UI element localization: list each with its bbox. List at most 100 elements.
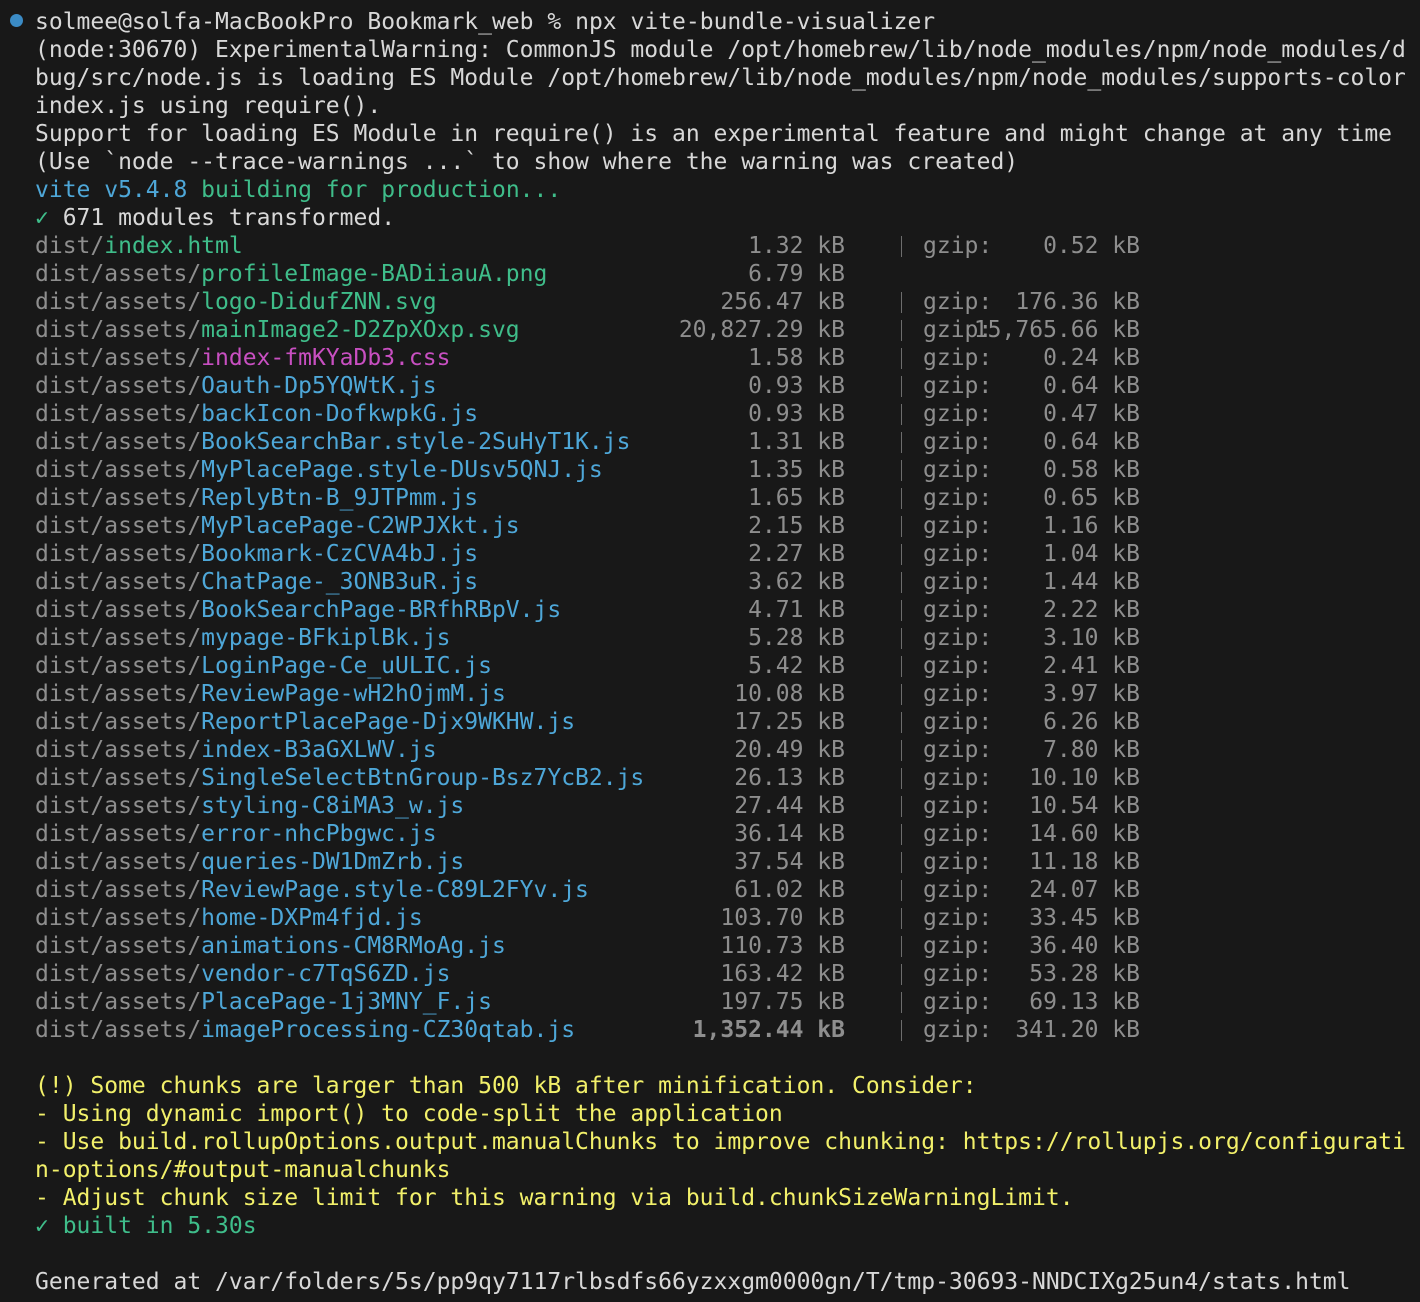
file-path-prefix: dist/assets/ [35, 933, 202, 959]
gzip-size: 7.80 kB [1043, 737, 1140, 763]
gzip-size: 6.26 kB [1043, 709, 1140, 735]
file-name: Oauth-Dp5YQWtK.js [201, 373, 437, 399]
gzip-label: gzip: [923, 653, 993, 679]
file-name: LoginPage-Ce_uULIC.js [201, 653, 492, 679]
bundle-file-row: dist/assets/imageProcessing-CZ30qtab.js 1… [35, 1016, 1420, 1044]
file-path-prefix: dist/assets/ [35, 709, 202, 735]
file-size: 0.93 kB [748, 373, 845, 399]
file-name: home-DXPm4fjd.js [201, 905, 423, 931]
bundle-file-row: dist/assets/ReviewPage-wH2hOjmM.js 10.08 … [35, 680, 1420, 708]
gzip-size: 2.22 kB [1043, 597, 1140, 623]
file-path-prefix: dist/assets/ [35, 429, 202, 455]
file-size: 163.42 kB [720, 961, 845, 987]
file-size: 26.13 kB [734, 765, 845, 791]
bundle-file-row: dist/assets/vendor-c7TqS6ZD.js 163.42 kB g… [35, 960, 1420, 988]
bundle-file-row: dist/assets/styling-C8iMA3_w.js 27.44 kB g… [35, 792, 1420, 820]
file-size: 1.31 kB [748, 429, 845, 455]
file-name: PlacePage-1j3MNY_F.js [201, 989, 492, 1015]
transformed-line: ✓ 671 modules transformed. [35, 204, 395, 232]
file-size: 1.58 kB [748, 345, 845, 371]
file-name: error-nhcPbgwc.js [201, 821, 437, 847]
file-name: imageProcessing-CZ30qtab.js [201, 1017, 576, 1043]
file-name: index.html [104, 233, 243, 259]
column-separator [901, 516, 902, 537]
transformed-text: 671 modules transformed. [48, 205, 396, 231]
file-name: queries-DW1DmZrb.js [201, 849, 465, 875]
file-name: ReviewPage.style-C89L2FYv.js [201, 877, 589, 903]
top-edge [0, 0, 1420, 4]
gzip-label: gzip: [923, 541, 993, 567]
gzip-label: gzip: [923, 373, 993, 399]
file-path-prefix: dist/assets/ [35, 317, 202, 343]
file-path-prefix: dist/assets/ [35, 1017, 202, 1043]
bundle-file-row: dist/assets/error-nhcPbgwc.js 36.14 kB gzi… [35, 820, 1420, 848]
file-name: BookSearchBar.style-2SuHyT1K.js [201, 429, 631, 455]
prompt-symbol: % [547, 9, 562, 35]
bundle-file-row: dist/assets/ReviewPage.style-C89L2FYv.js… [35, 876, 1420, 904]
column-separator [901, 236, 902, 257]
file-path-prefix: dist/assets/ [35, 373, 202, 399]
file-name: profileImage-BADiiauA.png [201, 261, 548, 287]
file-size: 103.70 kB [720, 905, 845, 931]
built-message: ✓ built in 5.30s [35, 1213, 257, 1239]
gzip-size: 3.97 kB [1043, 681, 1140, 707]
file-name: index-fmKYaDb3.css [201, 345, 451, 371]
gzip-label: gzip: [923, 513, 993, 539]
column-separator [901, 572, 902, 593]
column-separator [901, 908, 902, 929]
file-size: 6.79 kB [748, 261, 845, 287]
file-name: index-B3aGXLWV.js [201, 737, 437, 763]
file-path-prefix: dist/assets/ [35, 597, 202, 623]
column-separator [901, 964, 902, 985]
file-path-prefix: dist/ [35, 233, 105, 259]
gzip-label: gzip: [923, 233, 993, 259]
column-separator [901, 712, 902, 733]
terminal-window[interactable]: solmee@solfa-MacBookPro Bookmark_web % n… [0, 0, 1420, 1302]
file-name: BookSearchPage-BRfhRBpV.js [201, 597, 562, 623]
bundle-file-row: dist/assets/Bookmark-CzCVA4bJ.js 2.27 kB g… [35, 540, 1420, 568]
file-size: 1.65 kB [748, 485, 845, 511]
gzip-label: gzip: [923, 401, 993, 427]
file-size: 197.75 kB [720, 989, 845, 1015]
file-size: 36.14 kB [734, 821, 845, 847]
gzip-label: gzip: [923, 905, 993, 931]
file-name: ReportPlacePage-Djx9WKHW.js [201, 709, 576, 735]
column-separator [901, 852, 902, 873]
file-name: logo-DidufZNN.svg [201, 289, 437, 315]
column-separator [901, 348, 902, 369]
file-size: 37.54 kB [734, 849, 845, 875]
gzip-size: 14.60 kB [1029, 821, 1140, 847]
gzip-label: gzip: [923, 429, 993, 455]
gzip-size: 69.13 kB [1029, 989, 1140, 1015]
bundle-file-row: dist/assets/ChatPage-_3ONB3uR.js 3.62 kB g… [35, 568, 1420, 596]
gzip-size: 0.52 kB [1043, 233, 1140, 259]
gzip-size: 1.04 kB [1043, 541, 1140, 567]
column-separator [901, 656, 902, 677]
chunk-warning-line-2: - Using dynamic import() to code-split t… [35, 1101, 783, 1127]
gzip-size: 33.45 kB [1029, 905, 1140, 931]
bundle-file-row: dist/index.html 1.32 kB gzip: 0.52 kB [35, 232, 1420, 260]
file-path-prefix: dist/assets/ [35, 961, 202, 987]
prompt-directory: Bookmark_web [367, 9, 534, 35]
gzip-label: gzip: [923, 849, 993, 875]
gzip-label: gzip: [923, 625, 993, 651]
status-dot-icon [10, 14, 23, 27]
gzip-label: gzip: [923, 1017, 993, 1043]
warning-line-2: bug/src/node.js is loading ES Module /op… [35, 65, 1406, 91]
check-icon: ✓ [35, 205, 49, 231]
gzip-size: 2.41 kB [1043, 653, 1140, 679]
vite-version: vite v5.4.8 [35, 177, 188, 203]
bundle-file-row: dist/assets/LoginPage-Ce_uULIC.js 5.42 kB… [35, 652, 1420, 680]
file-path-prefix: dist/assets/ [35, 905, 202, 931]
file-name: MyPlacePage-C2WPJXkt.js [201, 513, 520, 539]
bottom-edge [0, 1294, 1420, 1302]
gzip-label: gzip: [923, 933, 993, 959]
file-size: 20,827.29 kB [678, 317, 845, 343]
file-path-prefix: dist/assets/ [35, 289, 202, 315]
file-path-prefix: dist/assets/ [35, 821, 202, 847]
file-name: ReplyBtn-B_9JTPmm.js [201, 485, 479, 511]
file-path-prefix: dist/assets/ [35, 653, 202, 679]
gzip-size: 53.28 kB [1029, 961, 1140, 987]
column-separator [901, 600, 902, 621]
bundle-file-row: dist/assets/PlacePage-1j3MNY_F.js 197.75 … [35, 988, 1420, 1016]
